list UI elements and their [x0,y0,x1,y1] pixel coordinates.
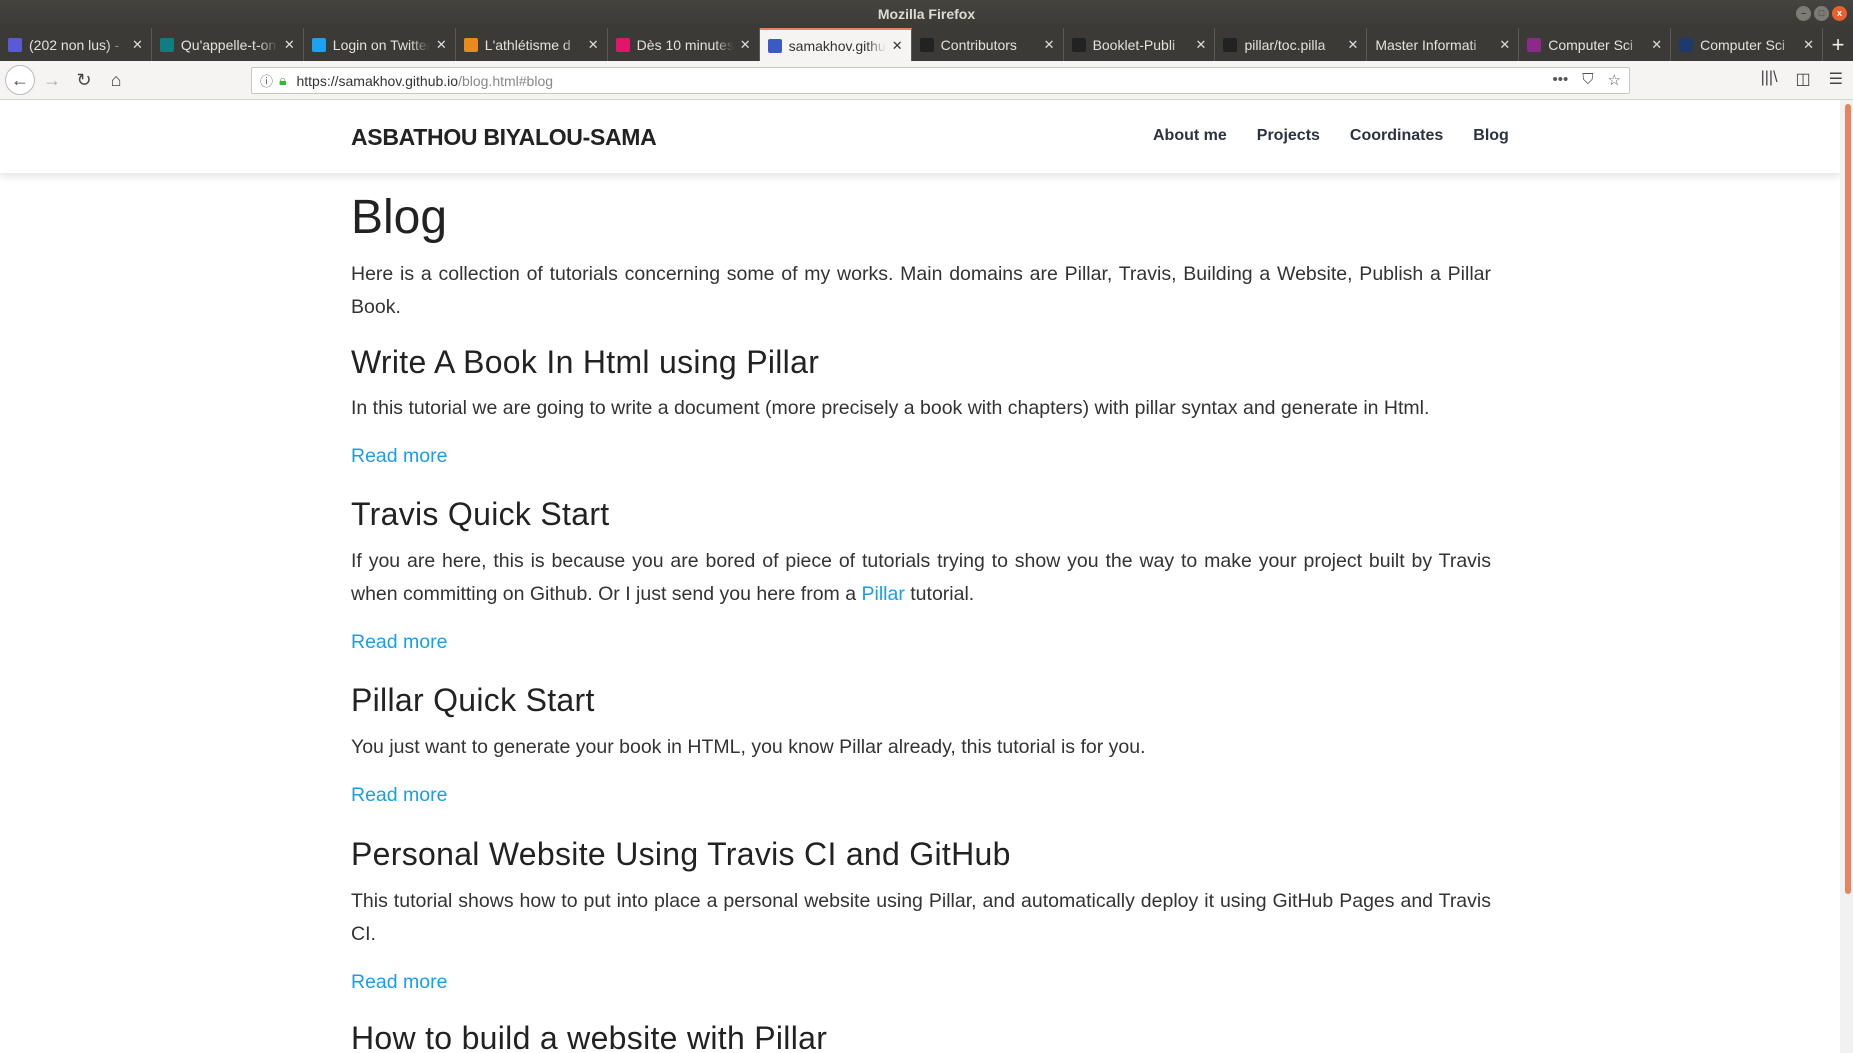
browser-tab[interactable]: Booklet-Publi ✕ [1064,28,1216,61]
library-icon[interactable]: |||\ [1761,69,1778,89]
close-tab-icon[interactable]: ✕ [1044,37,1055,53]
tab-title: samakhov.github [788,37,886,54]
site-header: ASBATHOU BIYALOU-SAMA About me Projects … [0,100,1840,173]
sidebar-icon[interactable]: ◫ [1796,69,1811,89]
close-tab-icon[interactable]: ✕ [1803,37,1814,53]
bookmark-star-icon[interactable]: ☆ [1608,71,1621,89]
tab-strip: (202 non lus) - ✕ Qu'appelle-t-on ✕ Login o… [0,28,1853,61]
f-icon [159,37,174,52]
url-bar[interactable]: ⓘ 🔒︎ https://samakhov.github.io/blog.htm… [251,67,1630,94]
close-tab-icon[interactable]: ✕ [892,38,903,54]
post-summary: In this tutorial we are going to write a… [351,397,1430,419]
mail-icon [8,37,22,52]
post-title[interactable]: Pillar Quick Start [351,682,1491,719]
summary-text: tutorial. [904,583,975,605]
read-more-link[interactable]: Read more [351,971,447,994]
read-more-link[interactable]: Read more [351,784,447,807]
nav-blog[interactable]: Blog [1473,127,1509,145]
browser-tab[interactable]: Contributors ✕ [912,28,1064,61]
info-icon[interactable]: ⓘ [260,71,273,90]
url-path: /blog.html#blog [458,72,554,89]
close-tab-icon[interactable]: ✕ [588,37,599,53]
browser-tab[interactable]: (202 non lus) - ✕ [0,28,152,61]
reload-button[interactable]: ↻ [72,68,96,92]
window-title: Mozilla Firefox [877,6,976,22]
github-icon [1071,37,1086,52]
web-page: ASBATHOU BIYALOU-SAMA About me Projects … [0,100,1840,1053]
page-title: Blog [351,191,448,244]
browser-tab[interactable]: Computer Sci ✕ [1519,28,1672,61]
close-tab-icon[interactable]: ✕ [1651,37,1662,53]
pocket-icon[interactable]: ⛉ [1582,71,1593,89]
nav-projects[interactable]: Projects [1257,127,1320,145]
post-title[interactable]: Travis Quick Start [351,496,1491,533]
browser-tab[interactable]: Qu'appelle-t-on ✕ [152,28,304,61]
github-icon [1223,37,1238,52]
page-scrollbar[interactable] [1840,100,1853,1053]
browser-tab[interactable]: L'athlétisme d ✕ [456,28,608,61]
browser-tab[interactable]: Dès 10 minutes ✕ [608,28,760,61]
nav-about-me[interactable]: About me [1153,127,1227,145]
athletics-icon [463,37,478,52]
post-title[interactable]: Write A Book In Html using Pillar [351,344,1491,381]
nav-coordinates[interactable]: Coordinates [1350,127,1443,145]
close-tab-icon[interactable]: ✕ [132,37,143,53]
close-tab-icon[interactable]: ✕ [1499,37,1510,53]
maximize-button[interactable]: □ [1814,6,1829,21]
grad-cap-icon [767,38,782,53]
intro-text: Here is a collection of tutorials concer… [351,263,1491,318]
sante-icon [615,37,630,52]
browser-tab[interactable]: Login on Twitter ✕ [304,28,456,61]
tab-title: pillar/toc.pilla [1244,36,1326,53]
url-host: https://samakhov.github.io [296,72,459,89]
scrollbar-thumb[interactable] [1845,104,1851,894]
back-button[interactable]: ← [5,65,35,95]
close-tab-icon[interactable]: ✕ [740,37,751,53]
window-titlebar: Mozilla Firefox – □ x [0,0,1853,28]
browser-tab[interactable]: pillar/toc.pilla ✕ [1215,28,1368,61]
tab-title: Dès 10 minutes [636,36,734,53]
page-actions-icon[interactable]: ••• [1553,71,1569,89]
browser-tab[interactable]: Master Informati ✕ [1367,28,1520,61]
close-tab-icon[interactable]: ✕ [284,37,295,53]
tab-title: Master Informati [1375,36,1477,53]
close-tab-icon[interactable]: ✕ [436,37,447,53]
forward-button[interactable]: → [40,68,64,92]
github-icon [919,37,934,52]
tab-title: Booklet-Publi [1092,36,1176,53]
tab-title: Computer Sci [1548,36,1634,53]
post-summary: You just want to generate your book in H… [351,736,1146,758]
post-summary: This tutorial shows how to put into plac… [351,890,1491,945]
close-tab-icon[interactable]: ✕ [1347,37,1358,53]
navigation-toolbar: ← → ↻ ⌂ ⓘ 🔒︎ https://samakhov.github.io /… [0,61,1853,100]
close-tab-icon[interactable]: ✕ [1196,37,1207,53]
twitter-icon [311,37,326,52]
tab-title: Login on Twitter [332,36,430,53]
tab-title: Computer Sci [1700,36,1785,53]
post-title[interactable]: Personal Website Using Travis CI and Git… [351,836,1491,873]
post-summary: If you are here, this is because you are… [351,545,1491,611]
the-icon [1527,37,1542,52]
read-more-link[interactable]: Read more [351,631,447,654]
tab-title: L'athlétisme d [484,36,571,53]
tab-title: Contributors [940,36,1017,53]
browser-tab[interactable]: samakhov.github ✕ [759,28,912,61]
site-nav: About me Projects Coordinates Blog [1153,127,1509,145]
browser-tab[interactable]: Computer Sci ✕ [1671,28,1824,61]
read-more-link[interactable]: Read more [351,445,447,468]
minimize-button[interactable]: – [1796,6,1811,21]
tab-title: Qu'appelle-t-on [180,36,277,53]
shield-icon [1679,37,1694,52]
lock-icon: 🔒︎ [279,72,287,88]
new-tab-button[interactable]: + [1823,28,1853,61]
close-window-button[interactable]: x [1832,6,1847,21]
menu-icon[interactable]: ☰ [1829,69,1843,89]
tab-title: (202 non lus) - [29,36,120,53]
post-title[interactable]: How to build a website with Pillar [351,1020,1491,1053]
pillar-link[interactable]: Pillar [862,583,905,605]
home-button[interactable]: ⌂ [104,68,128,92]
site-brand[interactable]: ASBATHOU BIYALOU-SAMA [351,124,657,151]
